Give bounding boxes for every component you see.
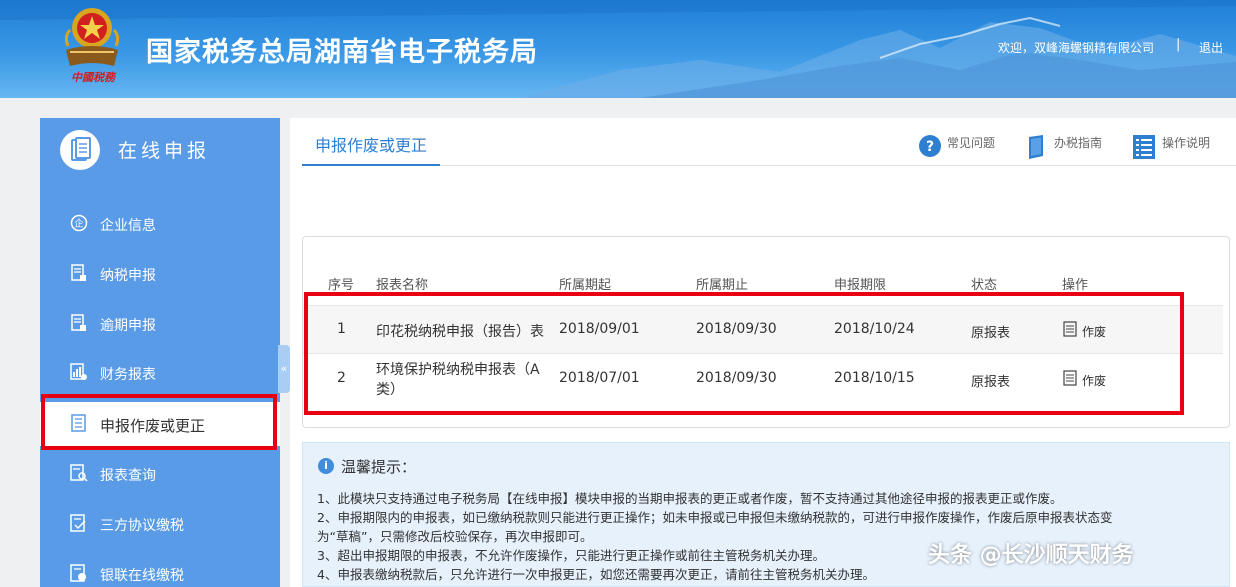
declaration-table: 序号 报表名称 所属期起 所属期止 申报期限 状态 操作 1 印花税纳税申报（报…: [302, 236, 1230, 428]
void-action-label: 作废: [1082, 374, 1107, 388]
col-header-period-end: 所属期止: [696, 278, 749, 293]
svg-text:企: 企: [74, 218, 83, 230]
sidebar-item-label: 报表查询: [100, 468, 156, 484]
tax-emblem-logo: 中國税務: [60, 6, 124, 88]
void-action-label: 作废: [1082, 325, 1107, 339]
cell-seq: 1: [337, 321, 346, 337]
cell-period-end: 2018/09/30: [696, 321, 777, 337]
sidebar-item-label: 企业信息: [100, 218, 156, 234]
welcome-text: 欢迎，双峰海螺钢精有限公司: [998, 41, 1155, 55]
agreement-icon: [70, 514, 86, 532]
sidebar-item-void-or-correct[interactable]: 申报作废或更正: [40, 402, 280, 446]
col-header-report-name: 报表名称: [376, 278, 429, 293]
sidebar-item-overdue-filing[interactable]: 逾期申报: [40, 302, 280, 346]
watermark-text: 头条 @长沙顺天财务: [928, 543, 1134, 568]
instructions-link[interactable]: 操作说明: [1132, 132, 1232, 160]
sidebar-item-label: 纳税申报: [100, 268, 156, 284]
document-icon: [71, 314, 86, 331]
cell-report-name-line2: 类）: [376, 382, 404, 398]
void-doc-icon: [1063, 370, 1077, 386]
cell-period-end: 2018/09/30: [696, 370, 777, 386]
info-icon: i: [318, 458, 334, 474]
sidebar-header: 在线申报: [40, 118, 280, 182]
cell-deadline: 2018/10/15: [834, 370, 915, 386]
cell-period-start: 2018/07/01: [559, 370, 640, 386]
tip-line: 2、申报期限内的申报表，如已缴纳税款则只能进行更正操作；如未申报或已申报但未缴纳…: [317, 510, 1113, 525]
void-doc-icon: [1063, 321, 1077, 337]
svg-text:?: ?: [926, 139, 934, 155]
tab-void-or-correct[interactable]: 申报作废或更正: [302, 118, 440, 166]
sidebar-item-unionpay-payment[interactable]: 银联在线缴税: [40, 552, 280, 587]
tax-guide-link[interactable]: 办税指南: [1026, 132, 1116, 160]
faq-link[interactable]: ? 常见问题: [918, 132, 1008, 160]
col-header-action: 操作: [1062, 278, 1089, 293]
faq-label: 常见问题: [947, 136, 996, 150]
emblem-caption: 中國税務: [71, 71, 115, 84]
col-header-deadline: 申报期限: [834, 278, 887, 293]
sidebar-item-financial-reports[interactable]: 财务报表: [40, 351, 280, 395]
instructions-label: 操作说明: [1162, 136, 1211, 150]
search-report-icon: [70, 464, 88, 482]
table-row: 1 印花税纳税申报（报告）表 2018/09/01 2018/09/30 201…: [303, 306, 1223, 354]
company-icon: 企: [70, 214, 88, 232]
sidebar-item-label: 银联在线缴税: [100, 568, 184, 584]
document-icon: [71, 264, 86, 281]
payment-icon: [70, 564, 86, 582]
col-header-seq: 序号: [328, 278, 355, 293]
sidebar-item-report-query[interactable]: 报表查询: [40, 452, 280, 496]
main-panel: 申报作废或更正 ? 常见问题 办税指南 操作说明 序号 报表名称 所属期起 所属…: [290, 118, 1236, 587]
tax-guide-label: 办税指南: [1054, 136, 1103, 150]
sidebar-item-label: 财务报表: [100, 367, 156, 383]
top-banner: 中國税務 国家税务总局湖南省电子税务局 欢迎，双峰海螺钢精有限公司 | 退出: [0, 0, 1236, 98]
cell-status: 原报表: [971, 326, 1011, 341]
cell-status: 原报表: [971, 375, 1011, 390]
sidebar-item-company-info[interactable]: 企 企业信息: [40, 202, 280, 246]
cell-period-start: 2018/09/01: [559, 321, 640, 337]
sidebar: 在线申报 企 企业信息 纳税申报 逾期申报 财务报表 申报作废或更正 报表查询 …: [40, 118, 280, 587]
sidebar-collapse-toggle[interactable]: «: [278, 345, 290, 393]
report-icon: [70, 363, 87, 380]
col-header-period-start: 所属期起: [559, 278, 612, 293]
site-title: 国家税务总局湖南省电子税务局: [146, 37, 538, 68]
book-icon: [1029, 135, 1043, 159]
cell-deadline: 2018/10/24: [834, 321, 915, 337]
cell-report-name-line1: 环境保护税纳税申报表（A: [376, 362, 540, 378]
sidebar-item-tripartite-payment[interactable]: 三方协议缴税: [40, 502, 280, 546]
online-filing-icon: [60, 130, 100, 170]
sidebar-item-tax-filing[interactable]: 纳税申报: [40, 252, 280, 296]
logout-link[interactable]: 退出: [1199, 39, 1223, 56]
list-doc-icon: [1133, 135, 1155, 159]
sidebar-title: 在线申报: [118, 140, 211, 162]
cell-report-name: 印花税纳税申报（报告）表: [376, 324, 544, 340]
list-icon: [71, 414, 86, 432]
question-icon: ?: [919, 135, 941, 157]
tab-bar: 申报作废或更正 ? 常见问题 办税指南 操作说明: [302, 118, 1236, 166]
cell-seq: 2: [337, 370, 346, 386]
col-header-status: 状态: [971, 278, 998, 293]
sidebar-item-label: 逾期申报: [100, 318, 156, 334]
table-row: 2 环境保护税纳税申报表（A 类） 2018/07/01 2018/09/30 …: [303, 355, 1223, 403]
tip-line: 1、此模块只支持通过电子税务局【在线申报】模块申报的当期申报表的更正或者作废，暂…: [317, 491, 1063, 506]
sidebar-item-label: 申报作废或更正: [100, 417, 206, 435]
tips-title: 温馨提示：: [341, 458, 417, 476]
header-separator: |: [1176, 37, 1181, 52]
sidebar-item-label: 三方协议缴税: [100, 518, 184, 534]
